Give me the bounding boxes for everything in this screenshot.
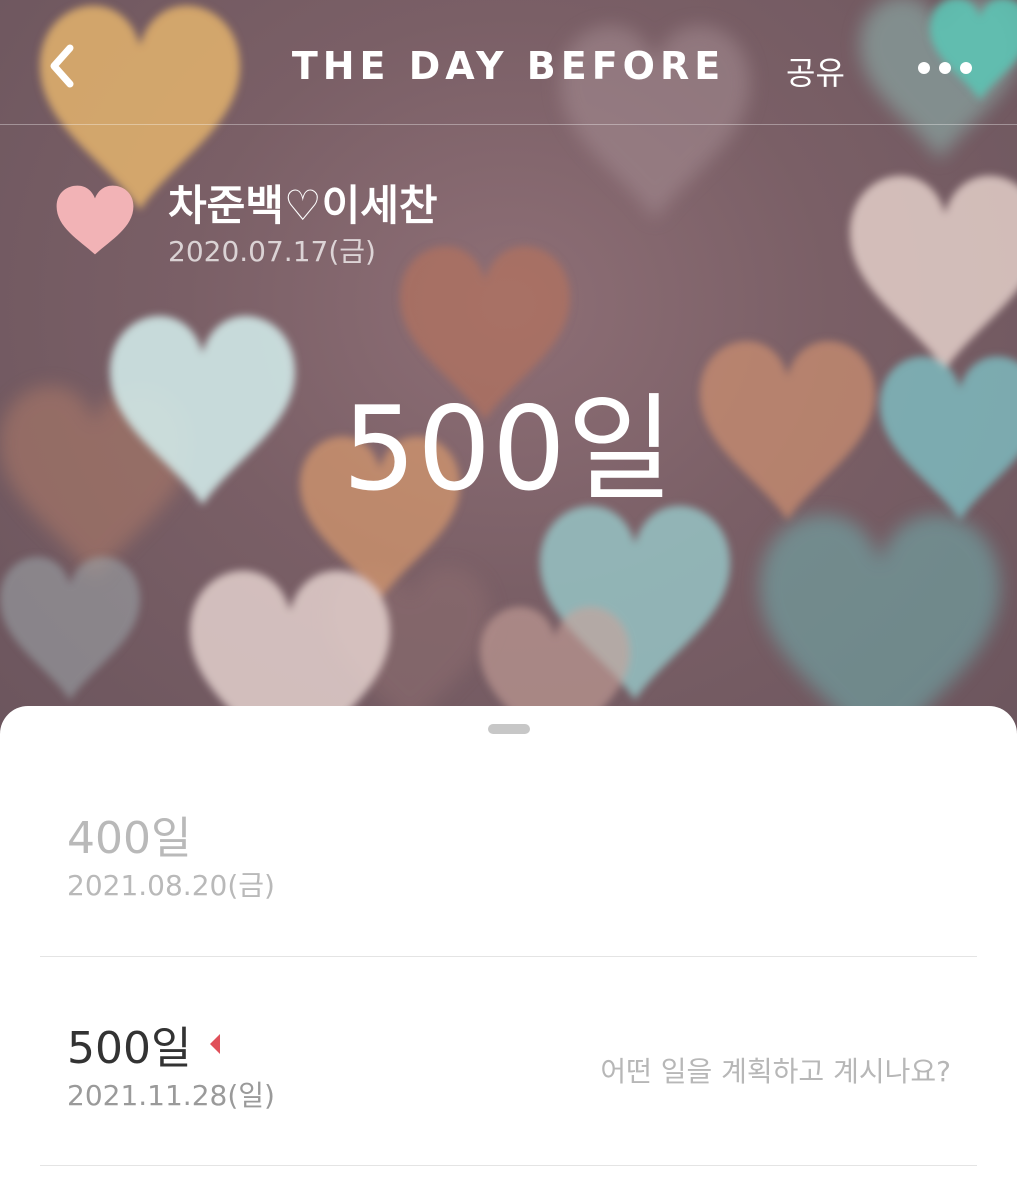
milestone-label: 400일 xyxy=(67,813,192,864)
app-logo: THE DAY BEFORE xyxy=(291,44,726,88)
current-milestone-marker-icon xyxy=(210,1034,220,1054)
dday-screen: THE DAY BEFORE 공유 차준백♡이세찬 2020.07.17(금) … xyxy=(0,0,1017,1200)
plan-memo-input[interactable]: 어떤 일을 계획하고 계시나요? xyxy=(600,1050,951,1090)
milestone-label: 500일 xyxy=(67,1023,192,1074)
milestone-date: 2021.08.20(금) xyxy=(67,869,275,902)
dday-count: 500일 xyxy=(342,382,675,517)
heart-icon xyxy=(56,185,134,255)
top-navigation-bar: THE DAY BEFORE 공유 xyxy=(0,0,1017,124)
row-divider xyxy=(40,956,977,957)
event-title: 차준백♡이세찬 xyxy=(168,181,438,230)
sheet-grabber-handle[interactable] xyxy=(488,724,530,734)
event-start-date: 2020.07.17(금) xyxy=(168,235,376,268)
milestone-date: 2021.11.28(일) xyxy=(67,1079,275,1112)
topbar-divider xyxy=(0,124,1017,125)
more-horizontal-icon[interactable] xyxy=(910,50,980,86)
milestone-sheet[interactable]: 400일 2021.08.20(금) 500일 2021.11.28(일) 어떤… xyxy=(0,706,1017,1200)
row-divider xyxy=(40,1165,977,1166)
share-button[interactable]: 공유 xyxy=(786,48,845,94)
milestone-row-current[interactable]: 500일 2021.11.28(일) 어떤 일을 계획하고 계시나요? xyxy=(40,1012,977,1122)
milestone-row-past[interactable]: 400일 2021.08.20(금) xyxy=(40,802,977,912)
